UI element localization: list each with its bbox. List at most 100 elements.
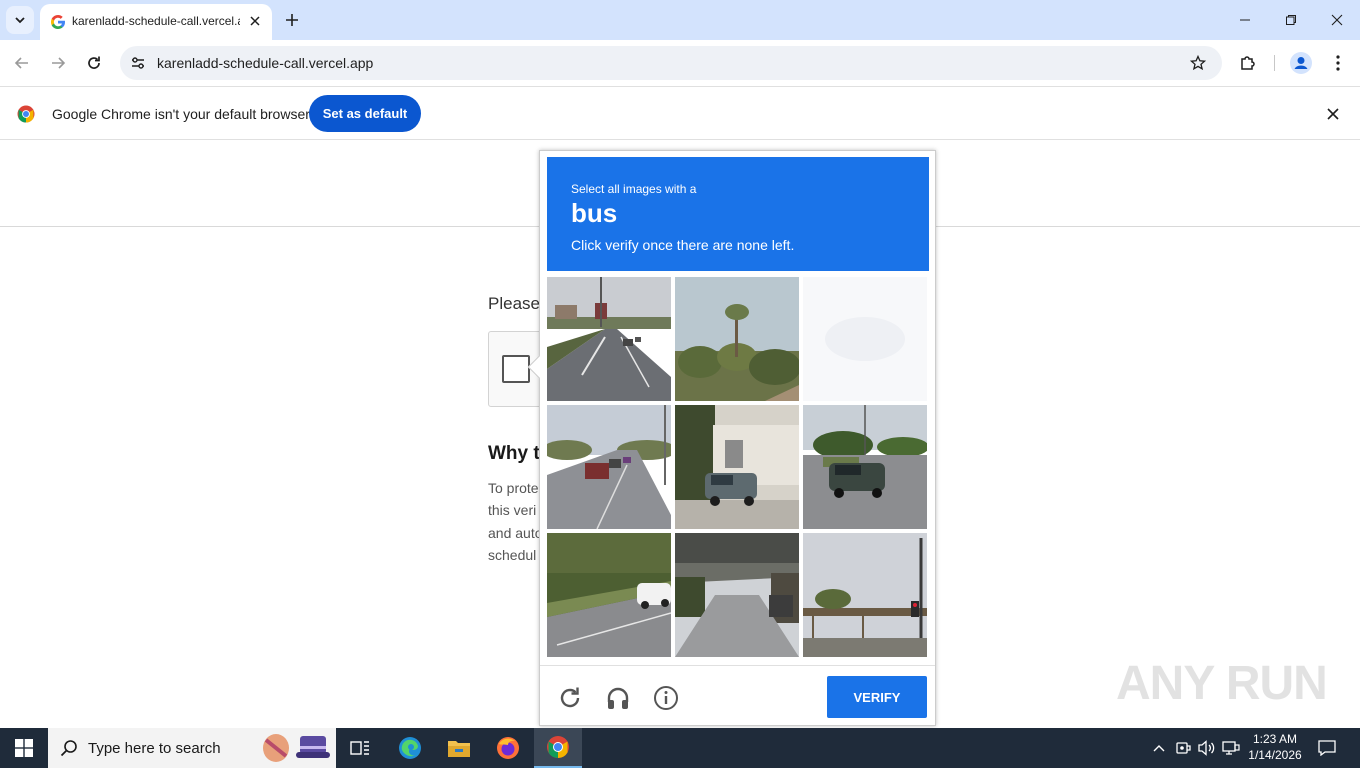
reload-icon xyxy=(88,56,100,69)
captcha-tile-5[interactable] xyxy=(675,405,799,529)
info-button[interactable] xyxy=(652,684,680,712)
why-text-line: and auto xyxy=(488,525,543,541)
start-button[interactable] xyxy=(0,728,48,768)
infobar-close-button[interactable] xyxy=(1324,105,1342,123)
search-highlight-icon xyxy=(263,734,330,762)
bookmark-button[interactable] xyxy=(1188,53,1208,73)
minimize-icon xyxy=(1240,19,1250,21)
anyrun-watermark: ANY RUN xyxy=(1116,657,1328,710)
task-view-button[interactable] xyxy=(336,728,384,768)
restore-icon xyxy=(1286,15,1296,25)
road-scene-image xyxy=(547,405,671,529)
captcha-tile-2[interactable] xyxy=(675,277,799,401)
address-bar[interactable]: karenladd-schedule-call.vercel.app xyxy=(120,46,1222,80)
windows-logo-icon xyxy=(15,739,33,757)
speaker-icon xyxy=(1198,740,1215,756)
why-text-line: this veri xyxy=(488,502,537,518)
browser-tab[interactable]: karenladd-schedule-call.vercel.app xyxy=(40,4,272,40)
forward-button[interactable] xyxy=(44,49,72,77)
verify-button[interactable]: VERIFY xyxy=(827,676,927,718)
taskbar-firefox[interactable] xyxy=(484,728,532,768)
fading-tile-image xyxy=(803,277,927,401)
forward-arrow-icon xyxy=(52,57,66,69)
search-icon xyxy=(60,740,77,757)
captcha-tile-3[interactable] xyxy=(803,277,927,401)
captcha-challenge-popup: Select all images with a bus Click verif… xyxy=(527,150,936,726)
refresh-icon xyxy=(560,687,580,708)
notification-icon xyxy=(1318,740,1336,756)
volume-button[interactable] xyxy=(1197,738,1217,758)
taskbar-chrome[interactable] xyxy=(534,728,582,768)
firefox-icon xyxy=(497,737,519,759)
captcha-tile-9[interactable] xyxy=(803,533,927,657)
target-object-label: bus xyxy=(571,198,618,228)
taskbar-file-explorer[interactable] xyxy=(435,728,483,768)
puzzle-icon xyxy=(1241,56,1255,70)
overpass-scene-image xyxy=(675,533,799,657)
clock-time: 1:23 AM xyxy=(1252,732,1298,746)
site-info-button[interactable] xyxy=(128,53,148,73)
car-on-road-scene-image xyxy=(803,405,927,529)
info-icon xyxy=(654,686,678,710)
verification-prompt: Please xyxy=(488,294,540,313)
infobar-message: Google Chrome isn't your default browser xyxy=(52,106,310,122)
headphones-icon xyxy=(607,687,629,709)
chrome-logo-icon xyxy=(17,105,35,123)
show-hidden-icons-button[interactable] xyxy=(1149,738,1169,758)
captcha-tile-6[interactable] xyxy=(803,405,927,529)
network-button[interactable] xyxy=(1221,738,1241,758)
windows-taskbar: Type here to search 1:23 AM 1/14/2026 xyxy=(0,728,1360,768)
default-browser-infobar: Google Chrome isn't your default browser… xyxy=(0,86,1360,140)
menu-button[interactable] xyxy=(1324,49,1352,77)
tab-title: karenladd-schedule-call.vercel.app xyxy=(72,14,240,28)
taskbar-clock[interactable]: 1:23 AM 1/14/2026 xyxy=(1244,731,1306,763)
instruction-line: Select all images with a xyxy=(571,182,697,196)
back-button[interactable] xyxy=(8,49,36,77)
tab-strip: karenladd-schedule-call.vercel.app xyxy=(0,0,1360,40)
browser-toolbar: karenladd-schedule-call.vercel.app xyxy=(0,40,1360,86)
close-icon xyxy=(1327,108,1339,120)
toolbar-separator xyxy=(1274,55,1275,71)
captcha-tile-8[interactable] xyxy=(675,533,799,657)
extensions-button[interactable] xyxy=(1234,49,1262,77)
kebab-menu-icon xyxy=(1336,55,1340,71)
tab-search-button[interactable] xyxy=(6,6,34,34)
captcha-footer: VERIFY xyxy=(540,665,935,725)
ethernet-icon xyxy=(1222,741,1240,755)
why-heading: Why t xyxy=(488,443,540,464)
chevron-up-icon xyxy=(1153,745,1165,752)
parked-car-scene-image xyxy=(675,405,799,529)
close-window-button[interactable] xyxy=(1314,0,1360,40)
google-favicon-icon xyxy=(51,15,65,29)
roadside-scene-image xyxy=(547,533,671,657)
restore-button[interactable] xyxy=(1268,0,1314,40)
avatar-icon xyxy=(1290,52,1312,74)
close-icon xyxy=(1331,14,1343,26)
refresh-challenge-button[interactable] xyxy=(556,684,584,712)
star-icon xyxy=(1190,55,1206,71)
profile-button[interactable] xyxy=(1287,49,1315,77)
new-tab-button[interactable] xyxy=(280,8,304,32)
search-placeholder: Type here to search xyxy=(88,740,221,757)
taskbar-search-box[interactable]: Type here to search xyxy=(48,728,336,768)
taskbar-edge[interactable] xyxy=(386,728,434,768)
minimize-button[interactable] xyxy=(1222,0,1268,40)
url-text[interactable]: karenladd-schedule-call.vercel.app xyxy=(157,55,373,71)
tab-close-button[interactable] xyxy=(246,12,264,30)
set-as-default-button[interactable]: Set as default xyxy=(309,95,421,132)
tray-device-button[interactable] xyxy=(1173,738,1193,758)
why-text-line: To prote xyxy=(488,480,539,496)
audio-challenge-button[interactable] xyxy=(604,684,632,712)
back-arrow-icon xyxy=(14,57,28,69)
action-center-button[interactable] xyxy=(1314,736,1340,760)
captcha-tile-1[interactable] xyxy=(547,277,671,401)
chevron-down-icon xyxy=(15,17,25,24)
clock-date: 1/14/2026 xyxy=(1248,748,1302,762)
captcha-checkbox[interactable] xyxy=(502,355,530,383)
plus-icon xyxy=(286,14,298,26)
captcha-tile-7[interactable] xyxy=(547,533,671,657)
reload-button[interactable] xyxy=(80,49,108,77)
edge-icon xyxy=(399,737,421,759)
captcha-tile-4[interactable] xyxy=(547,405,671,529)
tune-icon xyxy=(132,57,144,69)
